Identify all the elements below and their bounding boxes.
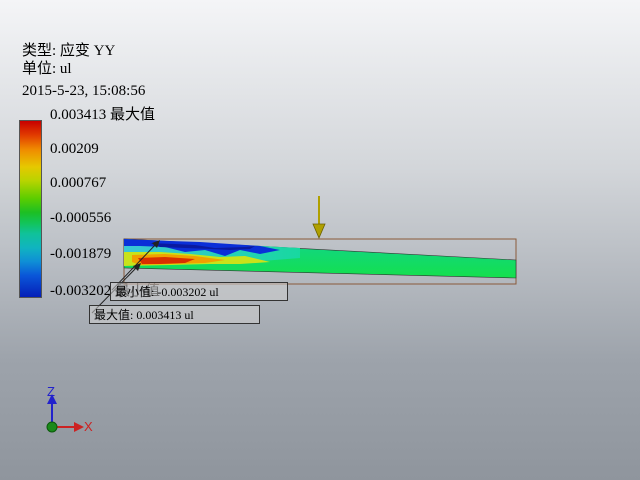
model-viewport[interactable] [0,0,640,480]
min-value-callout[interactable]: 最小值: -0.003202 ul [110,282,288,301]
x-axis-label: X [84,419,93,434]
load-arrow-icon[interactable] [312,196,326,240]
z-axis-label: Z [47,384,55,399]
max-value-callout[interactable]: 最大值: 0.003413 ul [89,305,260,324]
origin-icon [46,421,58,433]
axis-triad [46,394,84,433]
x-axis-arrow-icon [74,422,84,432]
